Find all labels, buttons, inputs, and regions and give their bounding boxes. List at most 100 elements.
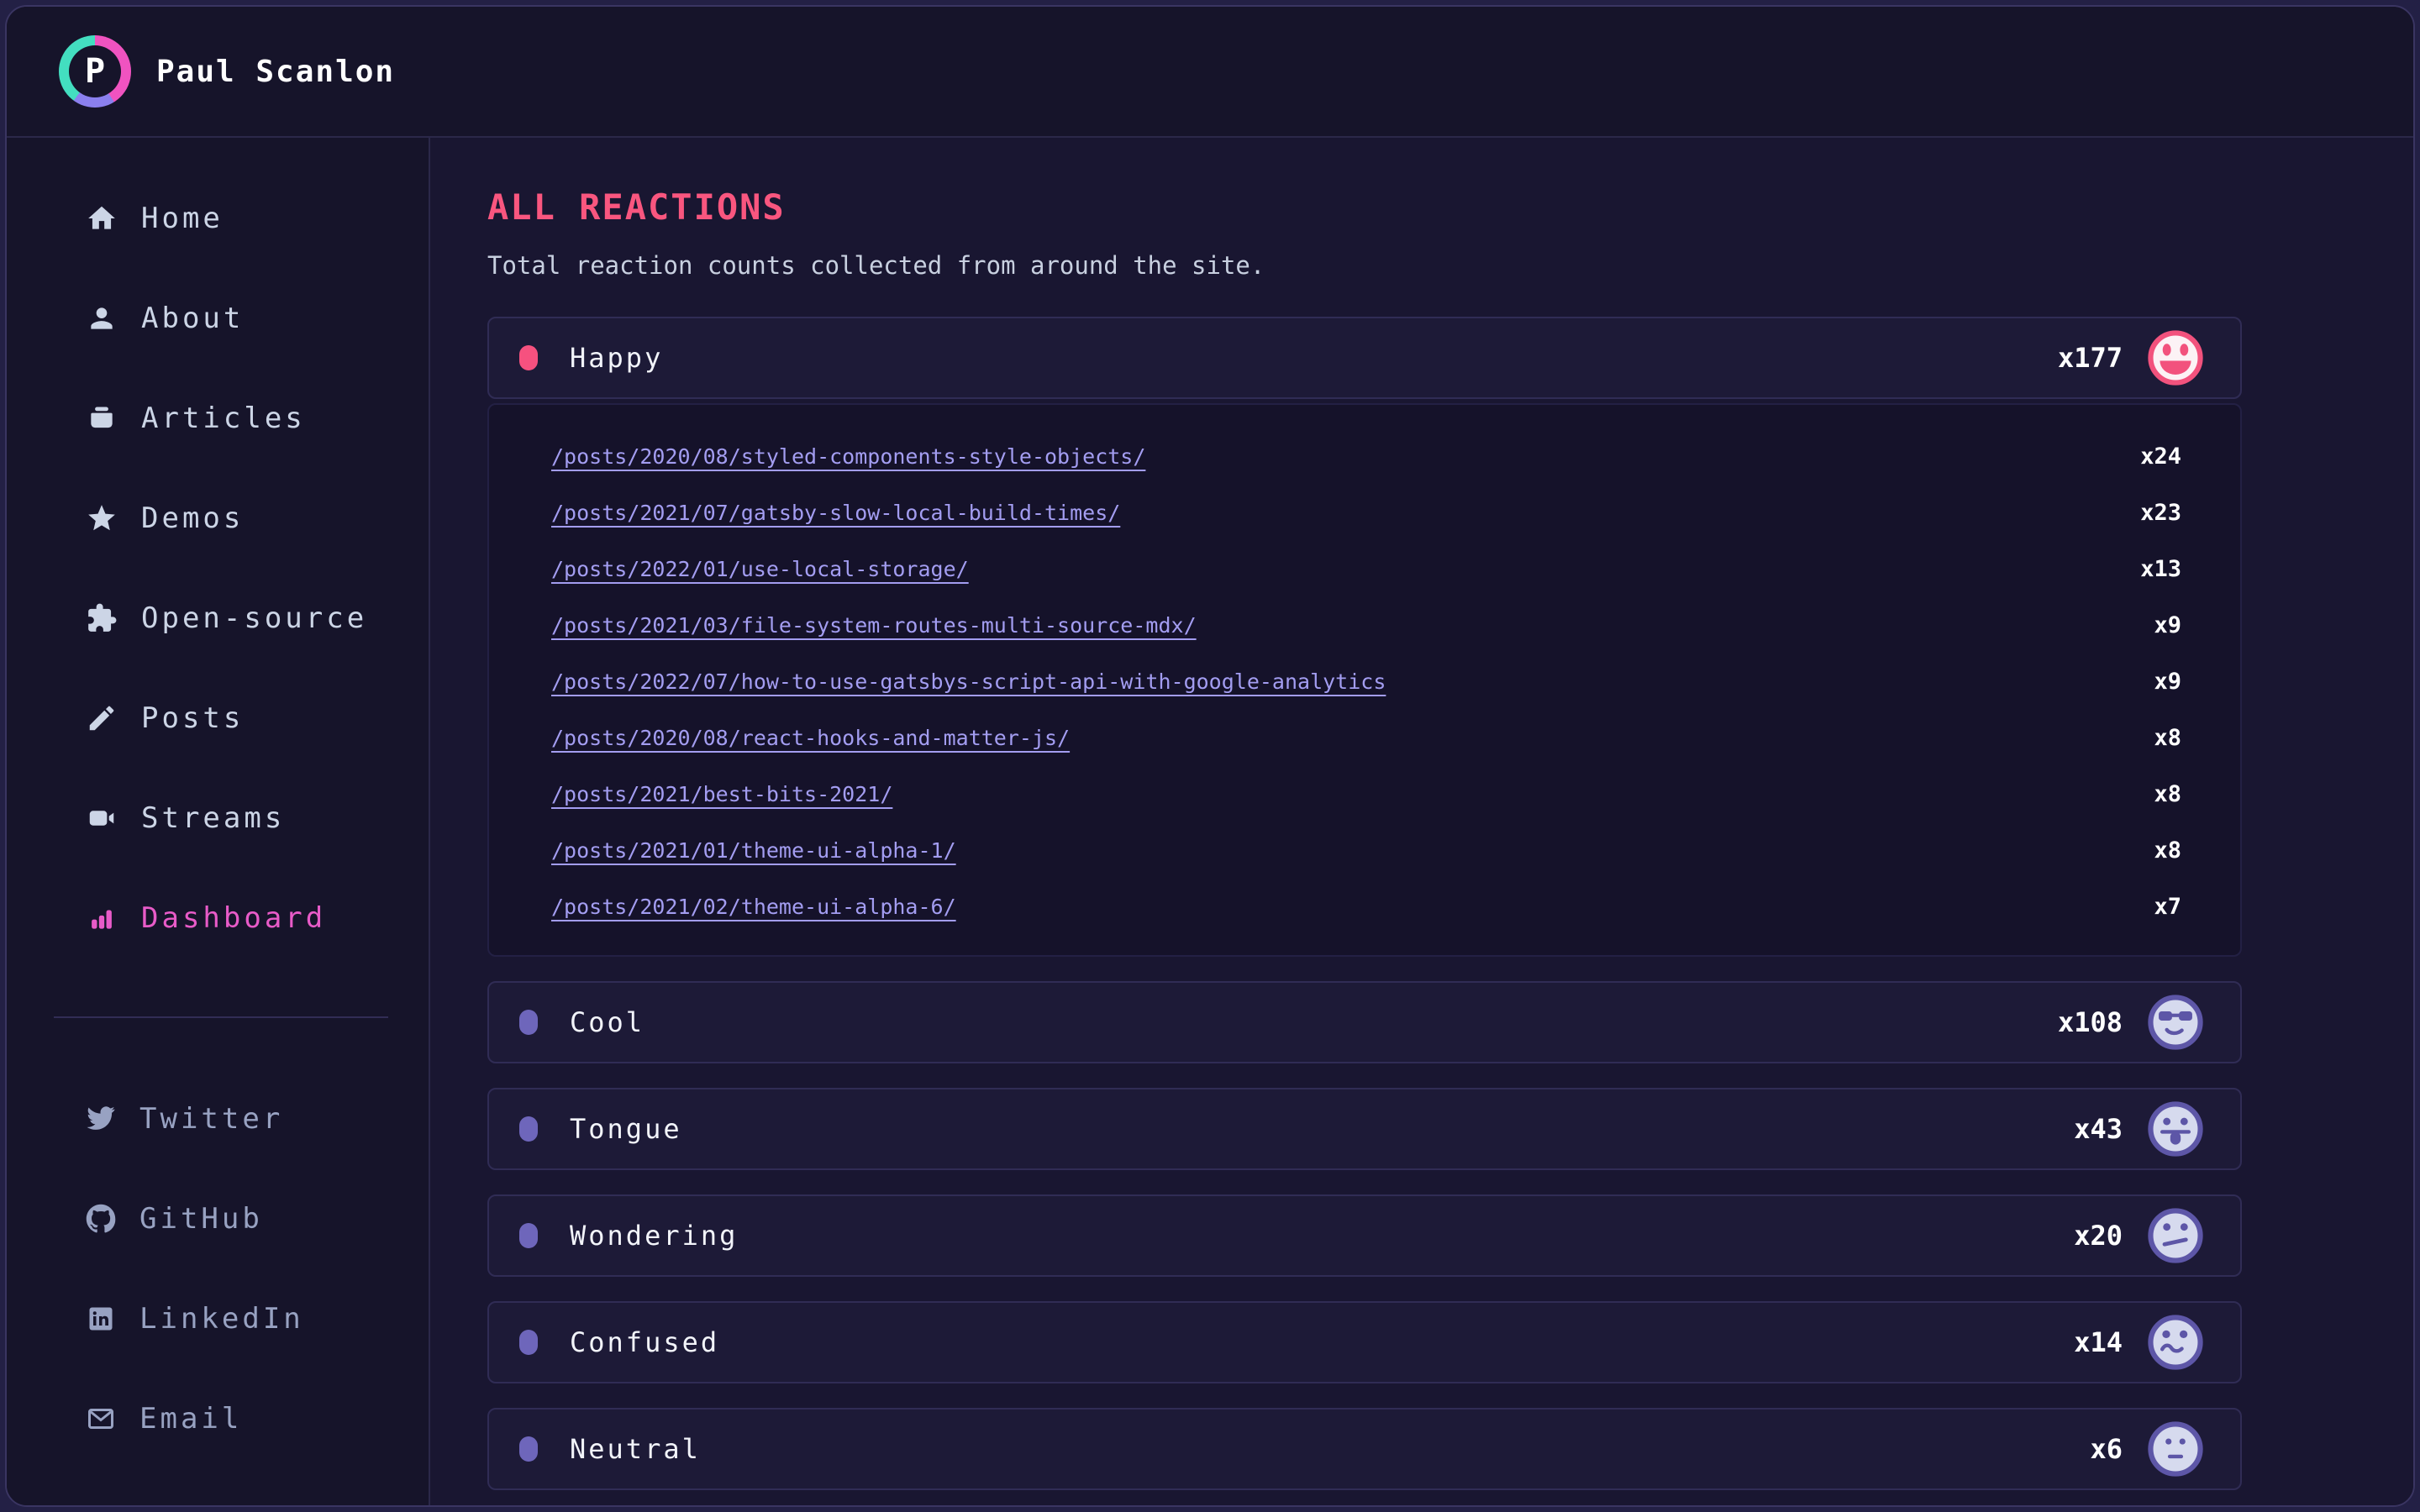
happy-emoji bbox=[2148, 330, 2203, 386]
github-icon bbox=[86, 1204, 116, 1234]
star-icon bbox=[86, 502, 118, 534]
post-link-row: /posts/2021/best-bits-2021/x8 bbox=[551, 766, 2181, 822]
post-link-row: /posts/2022/07/how-to-use-gatsbys-script… bbox=[551, 654, 2181, 710]
cool-emoji bbox=[2148, 995, 2203, 1050]
post-link-count: x9 bbox=[2154, 669, 2181, 695]
twitter-icon bbox=[86, 1104, 116, 1134]
reaction-label: Wondering bbox=[570, 1220, 738, 1252]
post-link[interactable]: /posts/2021/02/theme-ui-alpha-6/ bbox=[551, 895, 956, 919]
reaction-card-cool[interactable]: Cool x108 bbox=[487, 981, 2242, 1063]
page-subtitle: Total reaction counts collected from aro… bbox=[487, 251, 2242, 280]
logo-letter: P bbox=[69, 45, 121, 97]
reaction-label: Confused bbox=[570, 1326, 719, 1358]
sidebar-social-nav: TwitterGitHubLinkedInEmail bbox=[7, 1068, 429, 1468]
social-link-email[interactable]: Email bbox=[7, 1368, 429, 1468]
reaction-dot bbox=[519, 1223, 538, 1248]
sidebar-item-home[interactable]: Home bbox=[7, 168, 429, 268]
social-link-linkedin[interactable]: LinkedIn bbox=[7, 1268, 429, 1368]
reaction-section-confused: Confused x14 bbox=[487, 1301, 2242, 1383]
reaction-count: x6 bbox=[2090, 1433, 2123, 1465]
sidebar-item-articles[interactable]: Articles bbox=[7, 368, 429, 468]
puzzle-icon bbox=[86, 602, 118, 634]
site-header: P Paul Scanlon bbox=[7, 7, 2413, 138]
post-link[interactable]: /posts/2021/01/theme-ui-alpha-1/ bbox=[551, 838, 956, 863]
reaction-dot bbox=[519, 1010, 538, 1035]
post-link-count: x8 bbox=[2154, 781, 2181, 807]
post-link-count: x8 bbox=[2154, 837, 2181, 864]
bar-chart-icon bbox=[86, 902, 118, 934]
linkedin-icon bbox=[86, 1304, 116, 1334]
post-link[interactable]: /posts/2021/best-bits-2021/ bbox=[551, 782, 892, 806]
post-link[interactable]: /posts/2021/07/gatsby-slow-local-build-t… bbox=[551, 501, 1120, 525]
sidebar-nav: HomeAboutArticlesDemosOpen-sourcePostsSt… bbox=[7, 168, 429, 968]
post-link[interactable]: /posts/2022/07/how-to-use-gatsbys-script… bbox=[551, 669, 1386, 694]
site-logo[interactable]: P bbox=[59, 35, 131, 108]
sidebar: HomeAboutArticlesDemosOpen-sourcePostsSt… bbox=[7, 138, 430, 1505]
post-link-row: /posts/2022/01/use-local-storage/x13 bbox=[551, 541, 2181, 597]
reaction-card-tongue[interactable]: Tonguex43 bbox=[487, 1088, 2242, 1170]
reaction-card-wondering[interactable]: Wondering x20 bbox=[487, 1194, 2242, 1277]
reaction-section-cool: Cool x108 bbox=[487, 981, 2242, 1063]
tongue-emoji bbox=[2148, 1101, 2203, 1157]
video-icon bbox=[86, 802, 118, 834]
post-link-count: x13 bbox=[2140, 556, 2181, 582]
sidebar-divider bbox=[54, 1016, 388, 1018]
reaction-links-panel: /posts/2020/08/styled-components-style-o… bbox=[487, 403, 2242, 957]
reaction-label: Cool bbox=[570, 1006, 644, 1038]
reactions-list: Happy x177/posts/2020/08/styled-component… bbox=[487, 317, 2242, 1490]
reaction-card-confused[interactable]: Confused x14 bbox=[487, 1301, 2242, 1383]
articles-icon bbox=[86, 402, 118, 434]
reaction-card-neutral[interactable]: Neutral x6 bbox=[487, 1408, 2242, 1490]
post-link-count: x9 bbox=[2154, 612, 2181, 638]
reaction-count: x108 bbox=[2058, 1006, 2123, 1038]
reaction-count: x14 bbox=[2074, 1326, 2123, 1358]
post-link-count: x8 bbox=[2154, 725, 2181, 751]
home-icon bbox=[86, 202, 118, 234]
post-link-row: /posts/2020/08/react-hooks-and-matter-js… bbox=[551, 710, 2181, 766]
post-link[interactable]: /posts/2020/08/react-hooks-and-matter-js… bbox=[551, 726, 1070, 750]
sidebar-item-open-source[interactable]: Open-source bbox=[7, 568, 429, 668]
reaction-section-happy: Happy x177/posts/2020/08/styled-component… bbox=[487, 317, 2242, 957]
reaction-dot bbox=[519, 1116, 538, 1142]
reaction-dot bbox=[519, 1436, 538, 1462]
pencil-icon bbox=[86, 702, 118, 734]
sidebar-item-demos[interactable]: Demos bbox=[7, 468, 429, 568]
neutral-emoji bbox=[2148, 1421, 2203, 1477]
reaction-section-neutral: Neutral x6 bbox=[487, 1408, 2242, 1490]
reaction-label: Happy bbox=[570, 342, 663, 374]
wondering-emoji bbox=[2148, 1208, 2203, 1263]
site-name: Paul Scanlon bbox=[156, 55, 395, 89]
post-link-row: /posts/2021/01/theme-ui-alpha-1/x8 bbox=[551, 822, 2181, 879]
post-link-count: x7 bbox=[2154, 894, 2181, 920]
reaction-count: x177 bbox=[2058, 342, 2123, 374]
reaction-label: Neutral bbox=[570, 1433, 701, 1465]
post-link-row: /posts/2021/02/theme-ui-alpha-6/x7 bbox=[551, 879, 2181, 935]
reaction-dot bbox=[519, 1330, 538, 1355]
post-link-row: /posts/2021/03/file-system-routes-multi-… bbox=[551, 597, 2181, 654]
person-icon bbox=[86, 302, 118, 334]
sidebar-item-dashboard[interactable]: Dashboard bbox=[7, 868, 429, 968]
reaction-section-wondering: Wondering x20 bbox=[487, 1194, 2242, 1277]
post-link[interactable]: /posts/2020/08/styled-components-style-o… bbox=[551, 444, 1145, 469]
reaction-count: x43 bbox=[2074, 1113, 2123, 1145]
social-link-twitter[interactable]: Twitter bbox=[7, 1068, 429, 1168]
confused-emoji bbox=[2148, 1315, 2203, 1370]
sidebar-item-about[interactable]: About bbox=[7, 268, 429, 368]
post-link-count: x23 bbox=[2140, 500, 2181, 526]
page-title: ALL REACTIONS bbox=[487, 186, 2242, 228]
post-link-count: x24 bbox=[2140, 444, 2181, 470]
reaction-dot bbox=[519, 345, 538, 370]
sidebar-item-streams[interactable]: Streams bbox=[7, 768, 429, 868]
reaction-card-happy[interactable]: Happy x177 bbox=[487, 317, 2242, 399]
main-content: ALL REACTIONS Total reaction counts coll… bbox=[430, 138, 2413, 1505]
post-link[interactable]: /posts/2022/01/use-local-storage/ bbox=[551, 557, 969, 581]
email-icon bbox=[86, 1404, 116, 1434]
sidebar-item-posts[interactable]: Posts bbox=[7, 668, 429, 768]
app-frame: P Paul Scanlon HomeAboutArticlesDemosOpe… bbox=[5, 5, 2415, 1507]
post-link-row: /posts/2020/08/styled-components-style-o… bbox=[551, 428, 2181, 485]
post-link-row: /posts/2021/07/gatsby-slow-local-build-t… bbox=[551, 485, 2181, 541]
reaction-section-tongue: Tonguex43 bbox=[487, 1088, 2242, 1170]
reaction-count: x20 bbox=[2074, 1220, 2123, 1252]
post-link[interactable]: /posts/2021/03/file-system-routes-multi-… bbox=[551, 613, 1197, 638]
social-link-github[interactable]: GitHub bbox=[7, 1168, 429, 1268]
